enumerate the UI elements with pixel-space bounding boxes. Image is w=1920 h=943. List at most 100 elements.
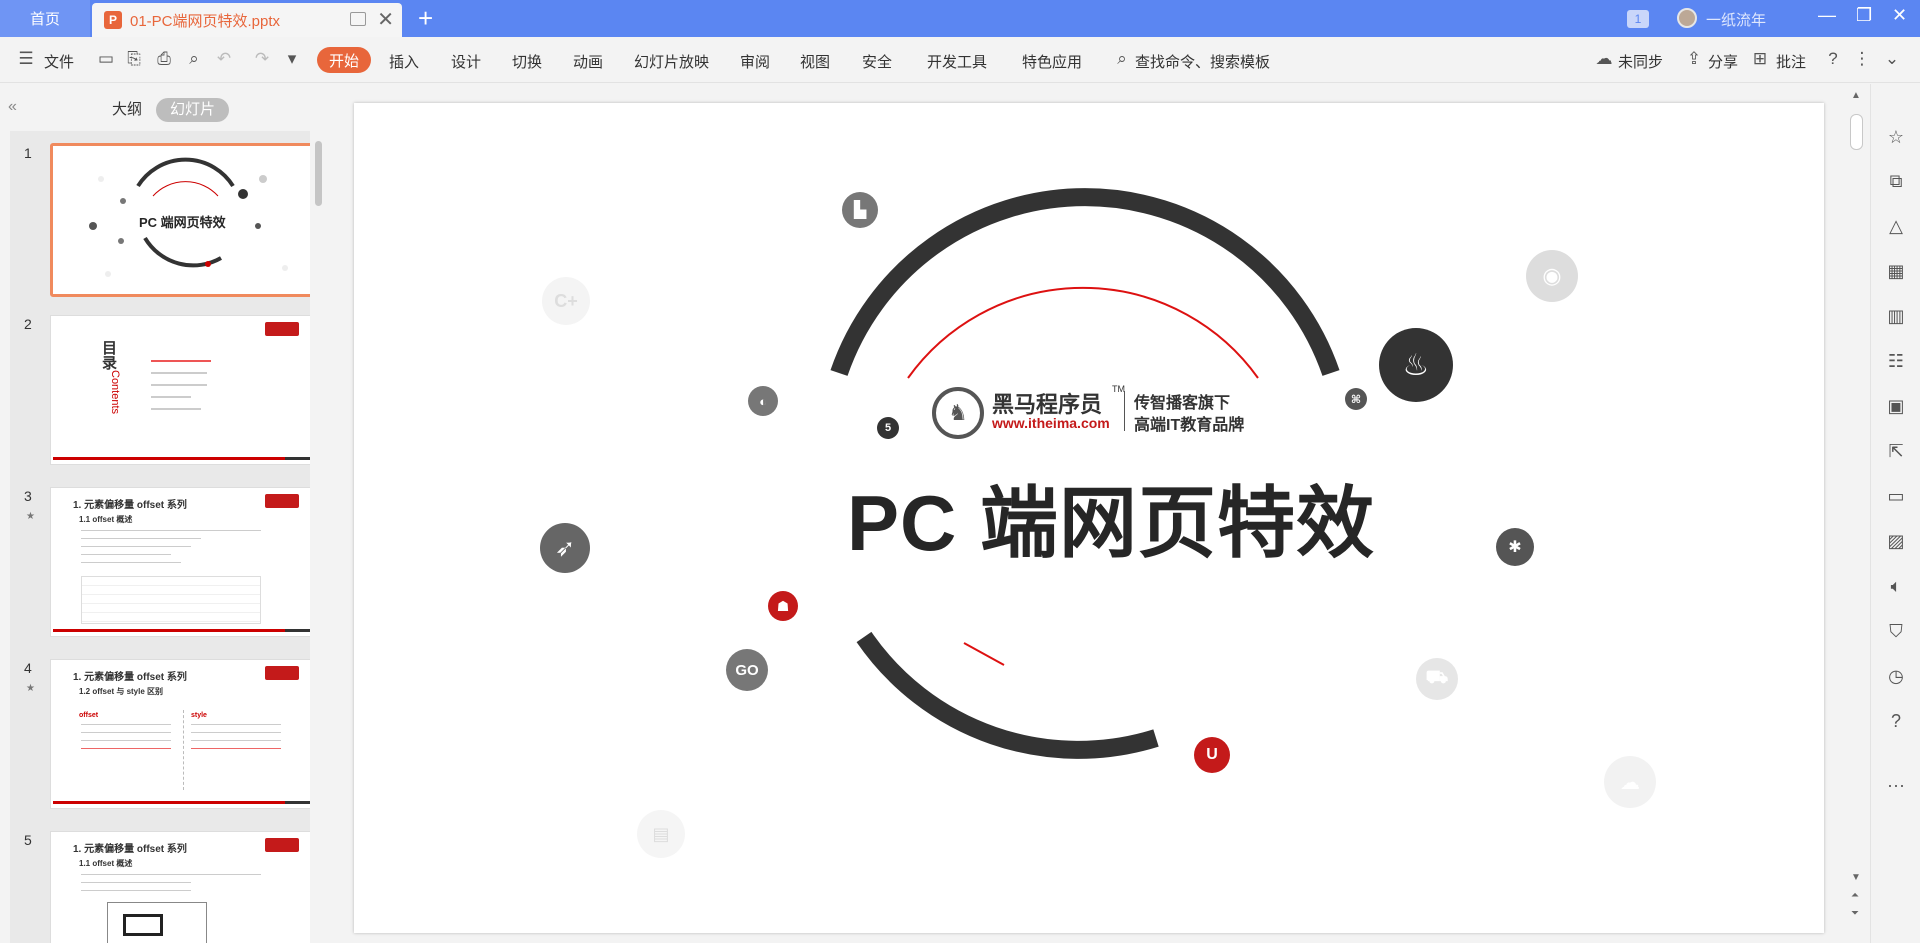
chart-icon[interactable]: ▥ — [1885, 305, 1907, 327]
tab-insert[interactable]: 插入 — [389, 51, 419, 72]
pin-icon[interactable]: ☆ — [1885, 126, 1907, 148]
help-icon[interactable]: ? — [1823, 49, 1843, 69]
share-button[interactable]: 分享 — [1708, 51, 1738, 72]
elephant-icon: ▙ — [842, 192, 878, 228]
brand-logo — [265, 322, 299, 336]
more-options-icon[interactable]: ⋮ — [1852, 49, 1872, 69]
slide-number: 3 — [24, 488, 32, 504]
window-count-badge[interactable]: 1 — [1627, 10, 1649, 28]
cart-icon: ⛟ — [1416, 658, 1458, 700]
quick-access-dropdown-icon[interactable]: ▾ — [282, 49, 302, 69]
grid-icon[interactable]: ▦ — [1885, 260, 1907, 282]
share-icon[interactable]: ⇪ — [1684, 49, 1704, 69]
slide-thumbnail-3[interactable]: 1. 元素偏移量 offset 系列 1.1 offset 概述 — [50, 487, 310, 637]
right-sidebar: ☆ ⧉ △ ▦ ▥ ☷ ▣ ⇱ ▭ ▨ 🔈︎ ⛉ ◷ ? ··· — [1870, 84, 1920, 943]
command-search[interactable]: 查找命令、搜索模板 — [1135, 51, 1270, 72]
copy-icon[interactable]: ⧉ — [1885, 170, 1907, 192]
settings-sliders-icon[interactable]: ☷ — [1885, 350, 1907, 372]
format-painter-icon[interactable]: ⎘ — [124, 49, 144, 69]
logo-url: www.itheima.com — [992, 415, 1110, 431]
slide-thumbnail-2[interactable]: 目录 Contents — [50, 315, 310, 465]
scroll-thumb[interactable] — [1850, 114, 1863, 150]
export-icon[interactable]: ⇱ — [1885, 440, 1907, 462]
slide-number: 4 — [24, 660, 32, 676]
user-lock-icon: ☗ — [768, 591, 798, 621]
print-icon[interactable]: ⎙ — [154, 49, 174, 69]
tab-slides[interactable]: 幻灯片 — [156, 98, 230, 122]
audio-icon[interactable]: 🔈︎ — [1885, 575, 1907, 597]
magnet-icon: U — [1194, 737, 1230, 773]
tab-home[interactable]: 开始 — [317, 47, 371, 73]
restore-icon[interactable]: ❐ — [1856, 5, 1872, 26]
print-preview-icon[interactable]: ⌕ — [184, 49, 204, 69]
gallery-icon[interactable]: ▣ — [1885, 395, 1907, 417]
file-menu[interactable]: 文件 — [44, 51, 74, 72]
scroll-down-icon[interactable]: ▼ — [1851, 872, 1861, 883]
app-icon: ▤ — [637, 810, 685, 858]
slide-thumbnail-list[interactable]: 1 PC 端网页特效 2 目录 Contents 3 ★ 1. 元素偏移量 of… — [10, 131, 310, 943]
go-icon: GO — [726, 649, 768, 691]
scroll-up-icon[interactable]: ▲ — [1851, 90, 1861, 101]
animation-star-icon: ★ — [26, 683, 35, 694]
tab-view[interactable]: 视图 — [800, 51, 830, 72]
next-slide-icon[interactable]: ⏷ — [1851, 908, 1859, 919]
java-icon: ♨ — [1379, 328, 1453, 402]
cloud-sync-icon[interactable]: ☁ — [1594, 49, 1614, 69]
slide-4-subtitle: 1.2 offset 与 style 区别 — [79, 687, 164, 696]
more-icon[interactable]: ··· — [1885, 774, 1907, 796]
tab-transition[interactable]: 切换 — [512, 51, 542, 72]
collapse-ribbon-icon[interactable]: ⌄ — [1882, 49, 1902, 69]
tab-slideshow[interactable]: 幻灯片放映 — [634, 51, 709, 72]
new-tab-button[interactable]: + — [418, 4, 433, 32]
python-icon: ⌘ — [1345, 388, 1367, 410]
itheima-logo: ♞ 黑马程序员 TM www.itheima.com 传智播客旗下 高端IT教育… — [928, 381, 1268, 441]
search-icon[interactable]: ⌕ — [1112, 49, 1132, 69]
slide-thumbnail-5[interactable]: 1. 元素偏移量 offset 系列 1.1 offset 概述 — [50, 831, 310, 943]
redo-icon[interactable]: ↷ — [252, 49, 272, 69]
bug-icon: ✱ — [1496, 528, 1534, 566]
minimize-icon[interactable]: — — [1818, 5, 1836, 26]
sync-status[interactable]: 未同步 — [1618, 51, 1663, 72]
home-tab[interactable]: 首页 — [0, 0, 90, 37]
save-icon[interactable]: ▭ — [96, 49, 116, 69]
pptx-file-icon: P — [104, 11, 122, 29]
slide-panel-scrollbar[interactable] — [314, 131, 322, 943]
previous-slide-icon[interactable]: ⏶ — [1851, 890, 1859, 901]
brand-logo — [265, 494, 299, 508]
tab-review[interactable]: 审阅 — [740, 51, 770, 72]
archive-icon[interactable]: ▭ — [1885, 485, 1907, 507]
slide-thumbnail-4[interactable]: 1. 元素偏移量 offset 系列 1.2 offset 与 style 区别… — [50, 659, 310, 809]
comment-button[interactable]: 批注 — [1776, 51, 1806, 72]
user-name[interactable]: 一纸流年 — [1706, 9, 1766, 30]
menu-icon[interactable]: ☰ — [16, 49, 36, 69]
tab-special-apps[interactable]: 特色应用 — [1022, 51, 1082, 72]
slide-thumbnail-1[interactable]: PC 端网页特效 — [50, 143, 310, 297]
shapes-icon[interactable]: △ — [1885, 215, 1907, 237]
slide-scrollbar[interactable]: ▲ ▼ ⏶ ⏷ — [1846, 84, 1868, 943]
eye-icon: ◉ — [1526, 250, 1578, 302]
tab-security[interactable]: 安全 — [862, 51, 892, 72]
tab-developer[interactable]: 开发工具 — [927, 51, 987, 72]
slide-panel: « 大纲 幻灯片 1 PC 端网页特效 2 目录 Contents 3 ★ 1.… — [0, 84, 325, 943]
shield-icon[interactable]: ⛉ — [1885, 620, 1907, 642]
history-icon[interactable]: ◷ — [1885, 665, 1907, 687]
avatar[interactable] — [1677, 8, 1697, 28]
window-pin-icon[interactable] — [350, 12, 366, 26]
image-icon[interactable]: ▨ — [1885, 530, 1907, 552]
ribbon-toolbar: ☰ 文件 ▭ ⎘ ⎙ ⌕ ↶ ↷ ▾ 开始 插入 设计 切换 动画 幻灯片放映 … — [0, 37, 1920, 83]
animation-star-icon: ★ — [26, 511, 35, 522]
tab-design[interactable]: 设计 — [451, 51, 481, 72]
help-circle-icon[interactable]: ? — [1885, 710, 1907, 732]
tab-animation[interactable]: 动画 — [573, 51, 603, 72]
document-tab[interactable]: P 01-PC端网页特效.pptx ✕ — [92, 3, 402, 37]
comment-icon[interactable]: ⊞ — [1750, 49, 1770, 69]
tab-outline[interactable]: 大纲 — [112, 98, 142, 122]
undo-icon[interactable]: ↶ — [214, 49, 234, 69]
slide-canvas[interactable]: ♞ 黑马程序员 TM www.itheima.com 传智播客旗下 高端IT教育… — [354, 103, 1824, 933]
close-tab-icon[interactable]: ✕ — [377, 7, 394, 32]
logo-slogan-line-2: 高端IT教育品牌 — [1134, 417, 1245, 434]
brand-logo — [265, 838, 299, 852]
brain-icon: ◐ — [748, 386, 778, 416]
close-window-icon[interactable]: ✕ — [1892, 5, 1907, 26]
slide-2-subtitle: Contents — [109, 370, 121, 415]
